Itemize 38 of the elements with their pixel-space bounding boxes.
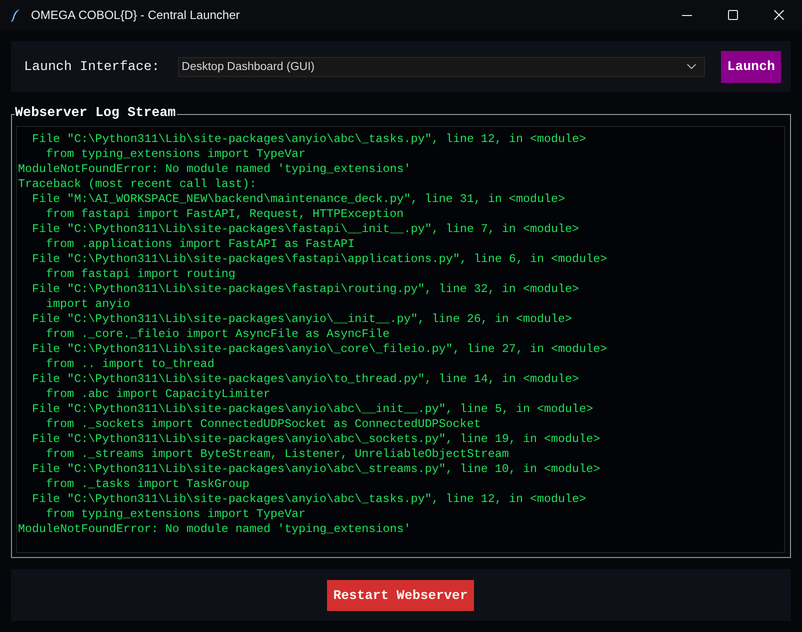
launch-interface-label: Launch Interface: — [24, 59, 160, 74]
log-line: File "C:\Python311\Lib\site-packages\anyio\abc\_sockets.py", line 19, in <module> — [32, 432, 600, 447]
log-line: File "C:\Python311\Lib\site-packages\anyio\abc\_tasks.py", line 12, in <module> — [32, 492, 586, 507]
log-line: File "C:\Python311\Lib\site-packages\anyio\abc\__init__.py", line 5, in <module> — [32, 402, 594, 417]
log-line: from .applications import FastAPI as FastAPI — [46, 237, 355, 252]
log-line: from typing_extensions import TypeVar — [46, 147, 306, 162]
log-line: File "C:\Python311\Lib\site-packages\anyio\abc\_streams.py", line 10, in <module> — [32, 462, 600, 477]
log-line: from ._tasks import TaskGroup — [46, 477, 250, 492]
log-line: ModuleNotFoundError: No module named 'typing_extensions' — [18, 162, 411, 177]
log-line: from ._core._fileio import AsyncFile as AsyncFile — [46, 327, 390, 342]
interface-dropdown[interactable]: Desktop Dashboard (GUI) — [178, 56, 706, 76]
log-line: from ._sockets import ConnectedUDPSocket as ConnectedUDPSocket — [46, 417, 481, 432]
log-line: ModuleNotFoundError: No module named 'typing_extensions' — [18, 522, 411, 537]
restart-webserver-button[interactable]: Restart Webserver — [327, 580, 474, 610]
log-line: File "C:\Python311\Lib\site-packages\anyio\_core\_fileio.py", line 27, in <module> — [32, 342, 608, 357]
log-line: from .. import to_thread — [46, 357, 214, 372]
log-stream-title: Webserver Log Stream — [15, 106, 177, 122]
log-line: File "C:\Python311\Lib\site-packages\fastapi\applications.py", line 6, in <module> — [32, 252, 608, 267]
log-line: File "C:\Python311\Lib\site-packages\anyio\to_thread.py", line 14, in <module> — [32, 372, 580, 387]
minimize-icon — [682, 14, 692, 16]
log-line: from fastapi import FastAPI, Request, HTTPException — [46, 207, 404, 222]
log-line: from .abc import CapacityLimiter — [46, 387, 270, 402]
close-icon — [774, 10, 784, 20]
log-line: File "C:\Python311\Lib\site-packages\anyio\__init__.py", line 26, in <module> — [32, 312, 572, 327]
log-line: Traceback (most recent call last): — [18, 177, 256, 192]
log-line: File "C:\Python311\Lib\site-packages\anyio\abc\_tasks.py", line 12, in <module> — [32, 132, 586, 147]
log-line: File "M:\AI_WORKSPACE_NEW\backend\maintenance_deck.py", line 31, in <module> — [32, 192, 566, 207]
launch-button[interactable]: Launch — [721, 50, 781, 82]
log-line: File "C:\Python311\Lib\site-packages\fastapi\routing.py", line 32, in <module> — [32, 282, 580, 297]
log-line: File "C:\Python311\Lib\site-packages\fastapi\__init__.py", line 7, in <module> — [32, 222, 580, 237]
window-title: OMEGA COBOL{D} - Central Launcher — [31, 8, 240, 22]
log-line: from ._streams import ByteStream, Listener, UnreliableObjectStream — [46, 447, 509, 462]
feather-icon — [11, 8, 20, 22]
log-line: import anyio — [46, 297, 130, 312]
log-line: from fastapi import routing — [46, 267, 236, 282]
chevron-down-icon — [687, 64, 696, 69]
log-line: from typing_extensions import TypeVar — [46, 507, 306, 522]
maximize-icon — [728, 10, 738, 20]
